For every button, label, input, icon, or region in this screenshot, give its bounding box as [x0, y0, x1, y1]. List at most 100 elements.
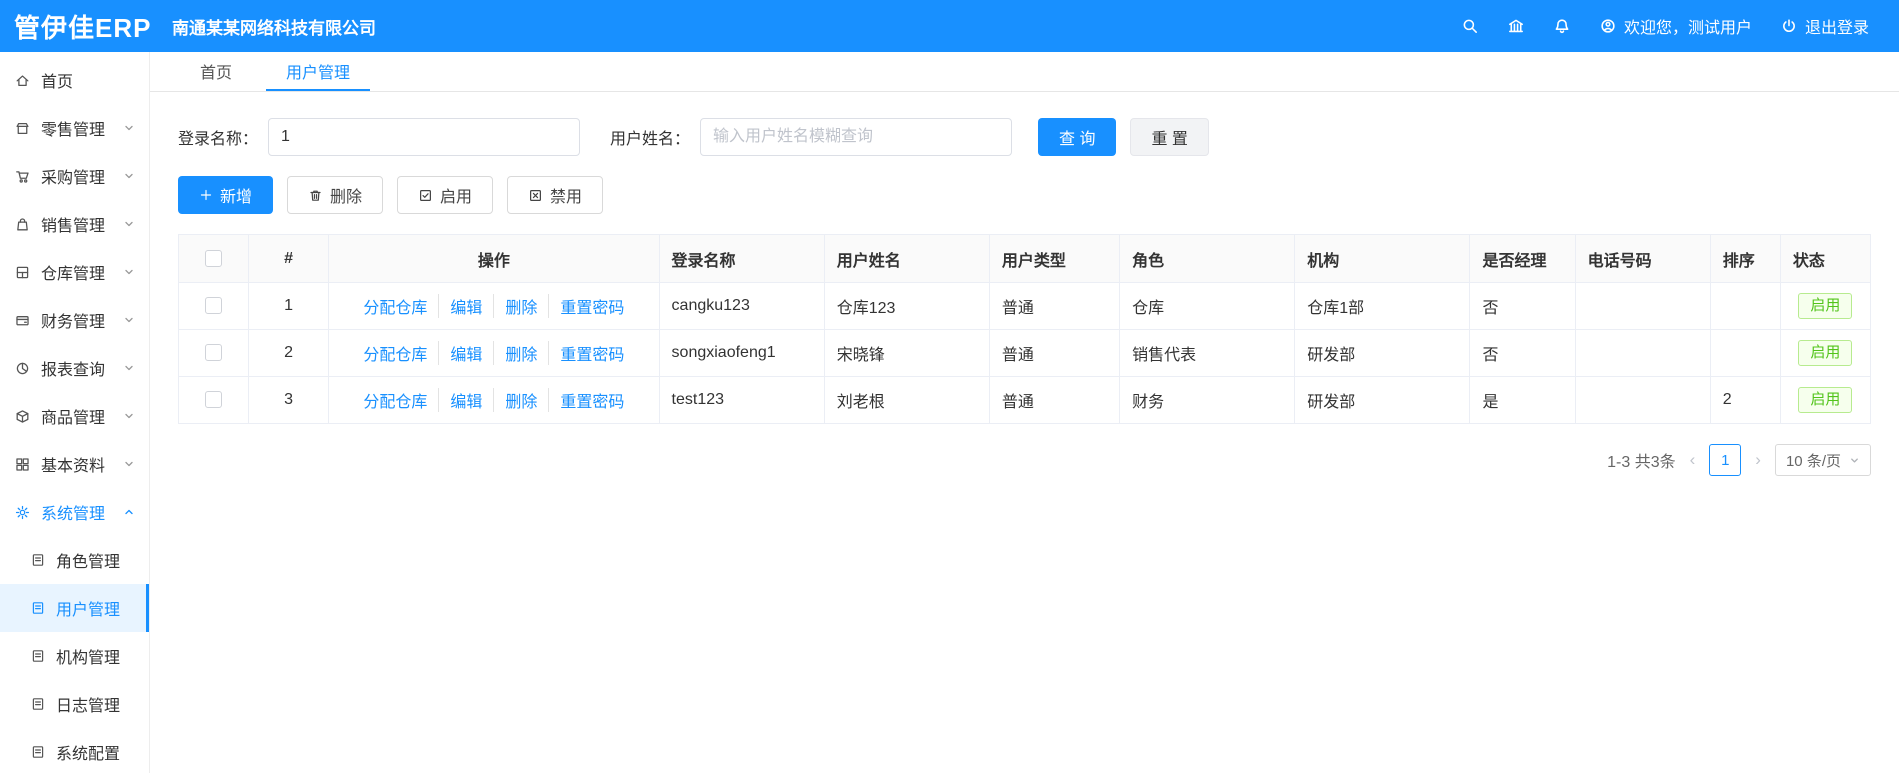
edit-link[interactable]: 编辑 [438, 341, 482, 365]
login-name-input[interactable] [268, 118, 581, 156]
tab-user-mgmt[interactable]: 用户管理 [266, 52, 371, 91]
trash-icon [310, 190, 321, 201]
chevron-down-icon [1851, 457, 1858, 463]
status-badge: 启用 [1798, 340, 1853, 366]
edit-link[interactable]: 编辑 [438, 388, 482, 412]
cell-type: 普通 [988, 376, 1121, 424]
reset-password-link[interactable]: 重置密码 [548, 388, 624, 412]
enable-button[interactable]: 启用 [397, 176, 494, 214]
user-menu[interactable]: 欢迎您，测试用户 [1599, 14, 1752, 38]
sidebar-item-reports[interactable]: 报表查询 [0, 344, 149, 392]
retail-icon [16, 122, 29, 134]
next-page-icon[interactable]: › [1753, 450, 1763, 470]
page-number-button[interactable]: 1 [1709, 444, 1742, 476]
row-checkbox[interactable] [205, 344, 223, 362]
sidebar-item-label: 角色管理 [56, 554, 121, 571]
company-name: 南通某某网络科技有限公司 [172, 18, 376, 38]
sidebar-item-role-mgmt[interactable]: 角色管理 [0, 536, 149, 584]
doc-icon [32, 602, 44, 614]
warehouse-icon [16, 266, 29, 278]
delete-link[interactable]: 删除 [493, 388, 537, 412]
sidebar-item-basic-data[interactable]: 基本资料 [0, 440, 149, 488]
home-building-icon[interactable] [1507, 17, 1525, 35]
sidebar-item-label: 系统配置 [56, 746, 121, 763]
sidebar-item-retail[interactable]: 零售管理 [0, 104, 149, 152]
header-actions: 欢迎您，测试用户 退出登录 [1461, 14, 1899, 38]
cell-phone [1574, 329, 1711, 377]
cell-name: 刘老根 [823, 376, 990, 424]
reset-password-link[interactable]: 重置密码 [548, 294, 624, 318]
col-header-org: 机构 [1294, 234, 1471, 283]
sidebar-item-sales[interactable]: 销售管理 [0, 200, 149, 248]
disable-button[interactable]: 禁用 [507, 176, 604, 214]
cell-login: cangku123 [658, 282, 825, 330]
search-icon[interactable] [1461, 17, 1479, 35]
reset-password-link[interactable]: 重置密码 [548, 341, 624, 365]
app-logo: 管伊佳ERP [14, 12, 152, 43]
assign-warehouse-link[interactable]: 分配仓库 [363, 341, 427, 365]
col-header-status: 状态 [1779, 234, 1872, 283]
cell-type: 普通 [988, 329, 1121, 377]
status-badge: 启用 [1798, 387, 1853, 413]
sidebar-item-label: 机构管理 [56, 650, 121, 667]
row-checkbox[interactable] [205, 297, 223, 315]
delete-button[interactable]: 删除 [287, 176, 384, 214]
col-header-type: 用户类型 [988, 234, 1121, 283]
table-row: 3 分配仓库 编辑 删除 重置密码 test123 刘老根 普通 财务 研发部 … [177, 376, 1872, 424]
top-header: 管伊佳ERP 南通某某网络科技有限公司 欢迎您，测试用户 退出登录 [0, 0, 1899, 52]
col-header-phone: 电话号码 [1574, 234, 1711, 283]
doc-icon [32, 650, 44, 662]
user-name-input[interactable] [700, 118, 1013, 156]
reset-button[interactable]: 重 置 [1130, 118, 1209, 156]
sidebar-item-products[interactable]: 商品管理 [0, 392, 149, 440]
logout-button[interactable]: 退出登录 [1780, 14, 1869, 38]
sidebar-item-label: 用户管理 [56, 602, 121, 619]
sidebar-item-system-config[interactable]: 系统配置 [0, 728, 149, 773]
cell-phone [1574, 282, 1711, 330]
sidebar-item-user-mgmt[interactable]: 用户管理 [0, 584, 149, 632]
chevron-down-icon [125, 173, 133, 179]
row-index: 1 [248, 282, 330, 330]
edit-link[interactable]: 编辑 [438, 294, 482, 318]
cell-name: 仓库123 [823, 282, 990, 330]
cell-manager: 否 [1469, 329, 1576, 377]
page-size-select[interactable]: 10 条/页 [1774, 444, 1871, 476]
delete-link[interactable]: 删除 [493, 294, 537, 318]
cell-type: 普通 [988, 282, 1121, 330]
chevron-down-icon [125, 413, 133, 419]
sidebar-item-label: 日志管理 [56, 698, 121, 715]
select-all-checkbox[interactable] [205, 249, 223, 267]
sidebar-item-purchase[interactable]: 采购管理 [0, 152, 149, 200]
row-checkbox[interactable] [205, 391, 223, 409]
add-button[interactable]: 新增 [178, 176, 274, 214]
plus-icon [200, 189, 212, 201]
chevron-down-icon [125, 125, 133, 131]
sidebar-item-log-mgmt[interactable]: 日志管理 [0, 680, 149, 728]
prev-page-icon[interactable]: ‹ [1688, 450, 1698, 470]
sidebar-item-label: 零售管理 [41, 122, 106, 139]
add-button-label: 新增 [220, 189, 253, 206]
user-name-label: 用户姓名： [610, 131, 691, 148]
delete-link[interactable]: 删除 [493, 341, 537, 365]
cell-role: 财务 [1119, 376, 1296, 424]
assign-warehouse-link[interactable]: 分配仓库 [363, 294, 427, 318]
check-square-icon [420, 189, 432, 201]
assign-warehouse-link[interactable]: 分配仓库 [363, 388, 427, 412]
col-header-index: # [248, 234, 330, 283]
col-header-login: 登录名称 [658, 234, 825, 283]
sidebar-item-org-mgmt[interactable]: 机构管理 [0, 632, 149, 680]
search-button[interactable]: 查 询 [1038, 118, 1117, 156]
app-window: 管伊佳ERP 南通某某网络科技有限公司 欢迎您，测试用户 退出登录 首页 零售管… [0, 0, 1899, 773]
sidebar-item-home[interactable]: 首页 [0, 56, 149, 104]
user-icon [1599, 17, 1617, 35]
tab-home[interactable]: 首页 [180, 52, 252, 91]
sidebar-item-system[interactable]: 系统管理 [0, 488, 149, 536]
sidebar-item-warehouse[interactable]: 仓库管理 [0, 248, 149, 296]
disable-button-label: 禁用 [550, 189, 583, 206]
sidebar-item-label: 商品管理 [41, 410, 106, 427]
product-icon [16, 409, 29, 423]
chevron-down-icon [125, 461, 133, 467]
bell-icon[interactable] [1553, 17, 1571, 35]
sidebar-item-finance[interactable]: 财务管理 [0, 296, 149, 344]
sidebar-item-label: 采购管理 [41, 170, 106, 187]
